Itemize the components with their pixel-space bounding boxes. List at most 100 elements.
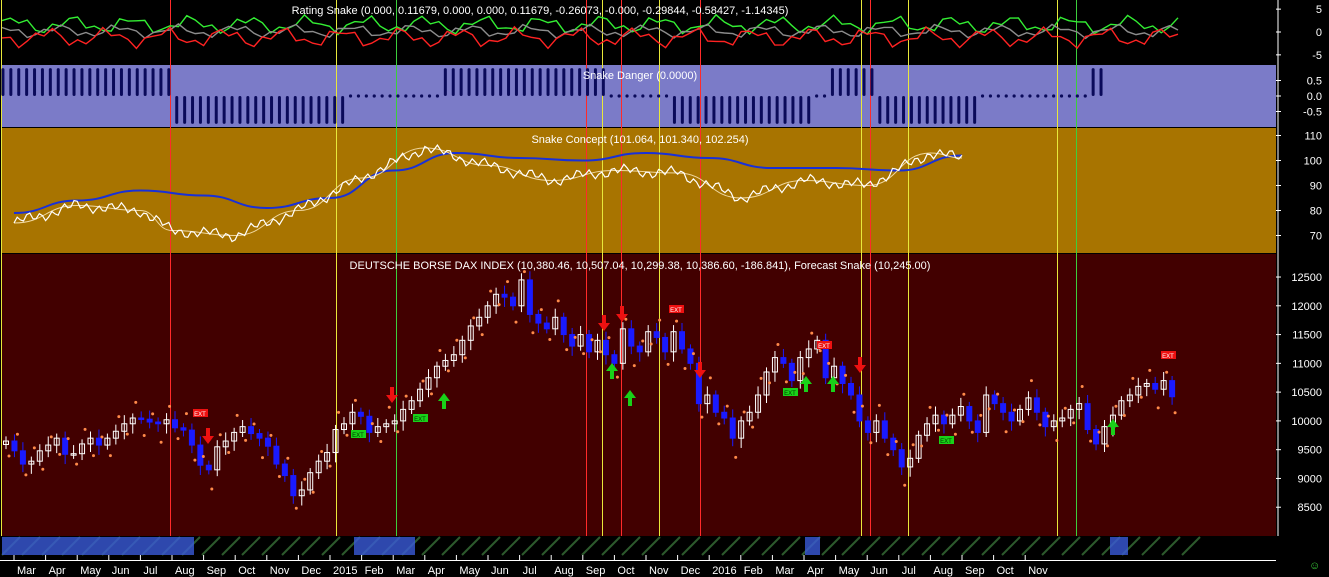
panel-title-3: DEUTSCHE BORSE DAX INDEX (10,380.46, 10,…: [350, 260, 931, 272]
forecast-dot: [125, 432, 129, 436]
forecast-dot: [58, 452, 62, 456]
y-tick-label: 11500: [1292, 330, 1322, 342]
danger-bar: [17, 68, 21, 96]
y-tick-label: 10000: [1291, 416, 1322, 428]
y-tick-label: 9500: [1298, 445, 1322, 457]
buy-ext-label: EXT: [940, 439, 952, 445]
danger-bar: [88, 68, 92, 96]
forecast-dot: [472, 316, 476, 320]
x-tick-label: Nov: [270, 565, 290, 577]
forecast-dot: [886, 453, 890, 457]
forecast-dot: [742, 410, 746, 414]
danger-bar: [238, 96, 242, 124]
danger-dot: [404, 94, 408, 98]
danger-dot: [1044, 94, 1048, 98]
forecast-dot: [1173, 411, 1177, 415]
danger-bar: [167, 68, 171, 96]
panel-title-1: Snake Danger (0.0000): [583, 70, 697, 82]
candle-body: [611, 354, 618, 364]
danger-bar: [317, 96, 321, 124]
danger-bar: [9, 68, 13, 96]
strip-hatch: [841, 536, 861, 556]
x-tick-label: Sep: [586, 565, 606, 577]
danger-dot: [1020, 94, 1024, 98]
strip-hatch: [281, 536, 301, 556]
danger-bar: [965, 96, 969, 124]
forecast-dot: [497, 303, 501, 307]
forecast-dot: [92, 454, 95, 458]
danger-bar: [578, 68, 582, 96]
x-tick-label: 2015: [333, 565, 357, 577]
danger-bar: [507, 68, 511, 96]
x-tick-label: Nov: [649, 565, 669, 577]
candle-body: [662, 336, 669, 353]
candle-body: [146, 418, 153, 423]
candle-body: [569, 334, 576, 347]
forecast-dot: [565, 348, 569, 352]
forecast-dot: [201, 454, 205, 458]
forecast-dot: [193, 458, 197, 462]
forecast-dot: [261, 456, 264, 460]
forecast-dot: [1055, 438, 1059, 442]
danger-dot: [822, 94, 827, 98]
danger-bar: [33, 68, 37, 96]
strip-hatch: [661, 536, 681, 556]
forecast-dot: [852, 410, 856, 414]
danger-dot: [996, 94, 1000, 98]
danger-bar: [301, 96, 305, 124]
forecast-dot: [1122, 413, 1126, 417]
forecast-dot: [599, 350, 602, 354]
candle-body: [636, 345, 643, 353]
candle-body: [864, 420, 871, 433]
candle-body: [19, 450, 26, 465]
forecast-dot: [582, 352, 586, 356]
danger-bar: [791, 96, 795, 124]
danger-dot: [649, 94, 653, 98]
danger-bar: [183, 96, 187, 124]
forecast-dot: [615, 375, 619, 379]
forecast-dot: [700, 415, 704, 419]
forecast-dot: [7, 454, 11, 458]
y-tick-label: 8500: [1298, 502, 1322, 514]
danger-dot: [1012, 94, 1016, 98]
forecast-dot: [683, 366, 687, 370]
forecast-dot: [1029, 379, 1033, 383]
forecast-dot: [751, 425, 755, 429]
y-tick-label: -0.5: [1303, 107, 1322, 119]
strip-block-3: [1110, 537, 1128, 555]
strip-hatch: [981, 536, 1001, 556]
forecast-dot: [641, 339, 645, 343]
danger-dot: [396, 94, 400, 98]
x-tick-label: May: [459, 565, 480, 577]
forecast-dot: [430, 392, 433, 396]
danger-dot: [412, 94, 416, 98]
x-tick-label: Mar: [17, 565, 36, 577]
danger-bar: [143, 68, 147, 96]
y-tick-label: 12500: [1291, 272, 1322, 284]
danger-bar: [475, 68, 479, 96]
danger-dot: [633, 94, 637, 98]
strip-hatch: [1081, 536, 1101, 556]
forecast-dot: [235, 413, 239, 417]
forecast-dot: [979, 413, 983, 417]
forecast-dot: [987, 407, 991, 411]
strip-hatch: [1181, 536, 1201, 556]
danger-dot: [364, 94, 368, 98]
strip-hatch: [441, 536, 461, 556]
forecast-dot: [75, 462, 79, 466]
forecast-dot: [489, 289, 493, 293]
candle-body: [205, 464, 212, 471]
x-tick-label: Feb: [744, 565, 763, 577]
forecast-dot: [1021, 420, 1025, 424]
candle-body: [780, 357, 787, 364]
panel-title-2: Snake Concept (101.064, 101.340, 102.254…: [531, 134, 748, 146]
candle-body: [1169, 380, 1176, 398]
forecast-dot: [1089, 439, 1093, 443]
forecast-dot: [421, 379, 425, 383]
strip-hatch: [1161, 536, 1181, 556]
strip-hatch: [1001, 536, 1021, 556]
buy-ext-label: EXT: [784, 391, 796, 397]
candle-body: [1152, 382, 1159, 390]
strip-hatch: [781, 536, 801, 556]
danger-bar: [712, 96, 716, 124]
